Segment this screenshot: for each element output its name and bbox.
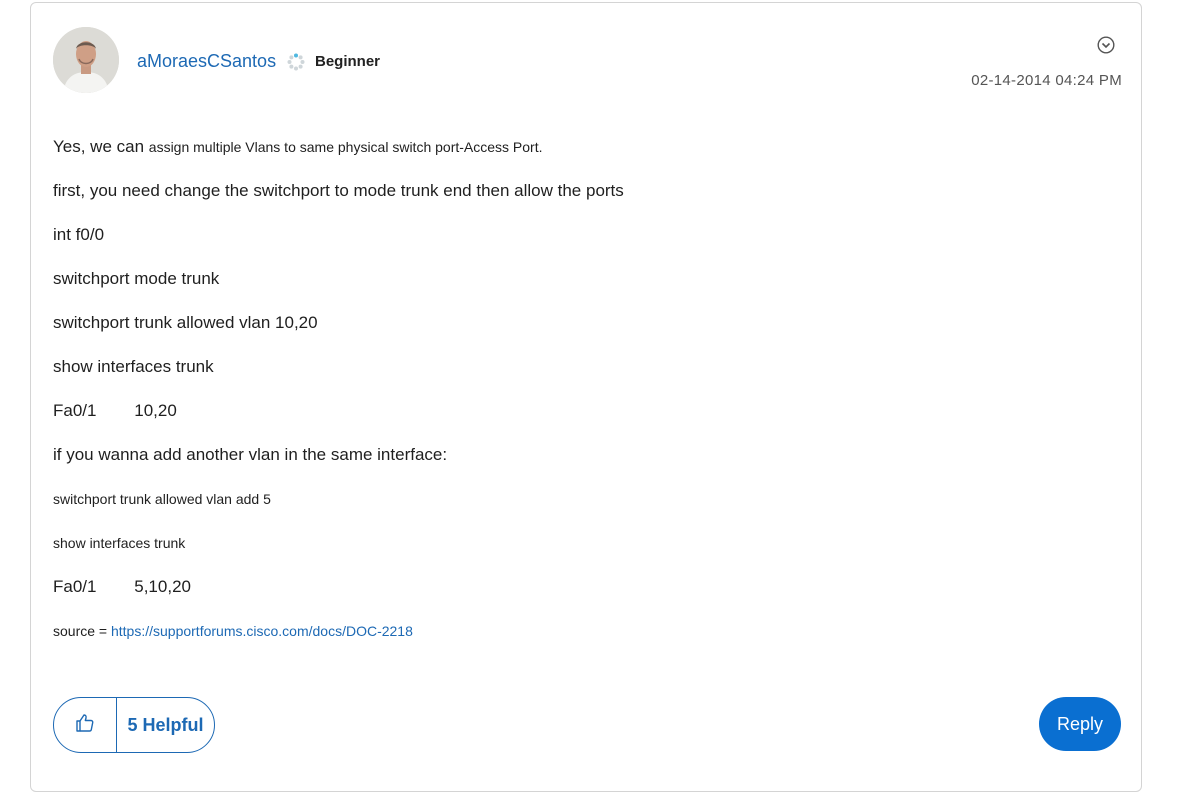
helpful-control: 5 Helpful — [53, 697, 215, 753]
body-line: show interfaces trunk — [53, 535, 186, 551]
rank-badge-icon — [287, 53, 305, 71]
like-button[interactable] — [54, 698, 117, 752]
body-line: switchport trunk allowed vlan 10,20 — [53, 313, 318, 332]
body-line: int f0/0 — [53, 225, 105, 244]
thumbs-up-icon — [75, 713, 95, 738]
avatar-photo — [53, 27, 119, 93]
author-avatar[interactable] — [53, 27, 119, 93]
body-text: assign multiple Vlans to same physical s… — [148, 139, 543, 155]
source-line: source = https://supportforums.cisco.com… — [53, 623, 413, 639]
post-timestamp: 02-14-2014 04:24 PM — [971, 72, 1122, 89]
body-line: switchport mode trunk — [53, 269, 220, 288]
chevron-down-circle-icon[interactable] — [1097, 36, 1115, 54]
source-link[interactable]: https://supportforums.cisco.com/docs/DOC… — [111, 623, 413, 639]
body-line: Fa0/1 10,20 — [53, 401, 177, 420]
body-line: show interfaces trunk — [53, 357, 214, 376]
body-line: first, you need change the switchport to… — [53, 181, 624, 200]
author-rank: Beginner — [315, 53, 381, 70]
body-line: if you wanna add another vlan in the sam… — [53, 445, 448, 464]
author-name[interactable]: aMoraesCSantos — [137, 51, 276, 72]
reply-button[interactable]: Reply — [1039, 697, 1121, 751]
source-label: source = — [53, 623, 111, 639]
post-card — [30, 2, 1142, 792]
body-line: Yes, we can assign multiple Vlans to sam… — [53, 137, 543, 157]
body-text: Yes, we can — [53, 137, 149, 156]
body-line: Fa0/1 5,10,20 — [53, 577, 191, 596]
body-line: switchport trunk allowed vlan add 5 — [53, 491, 271, 507]
helpful-count[interactable]: 5 Helpful — [117, 715, 214, 736]
